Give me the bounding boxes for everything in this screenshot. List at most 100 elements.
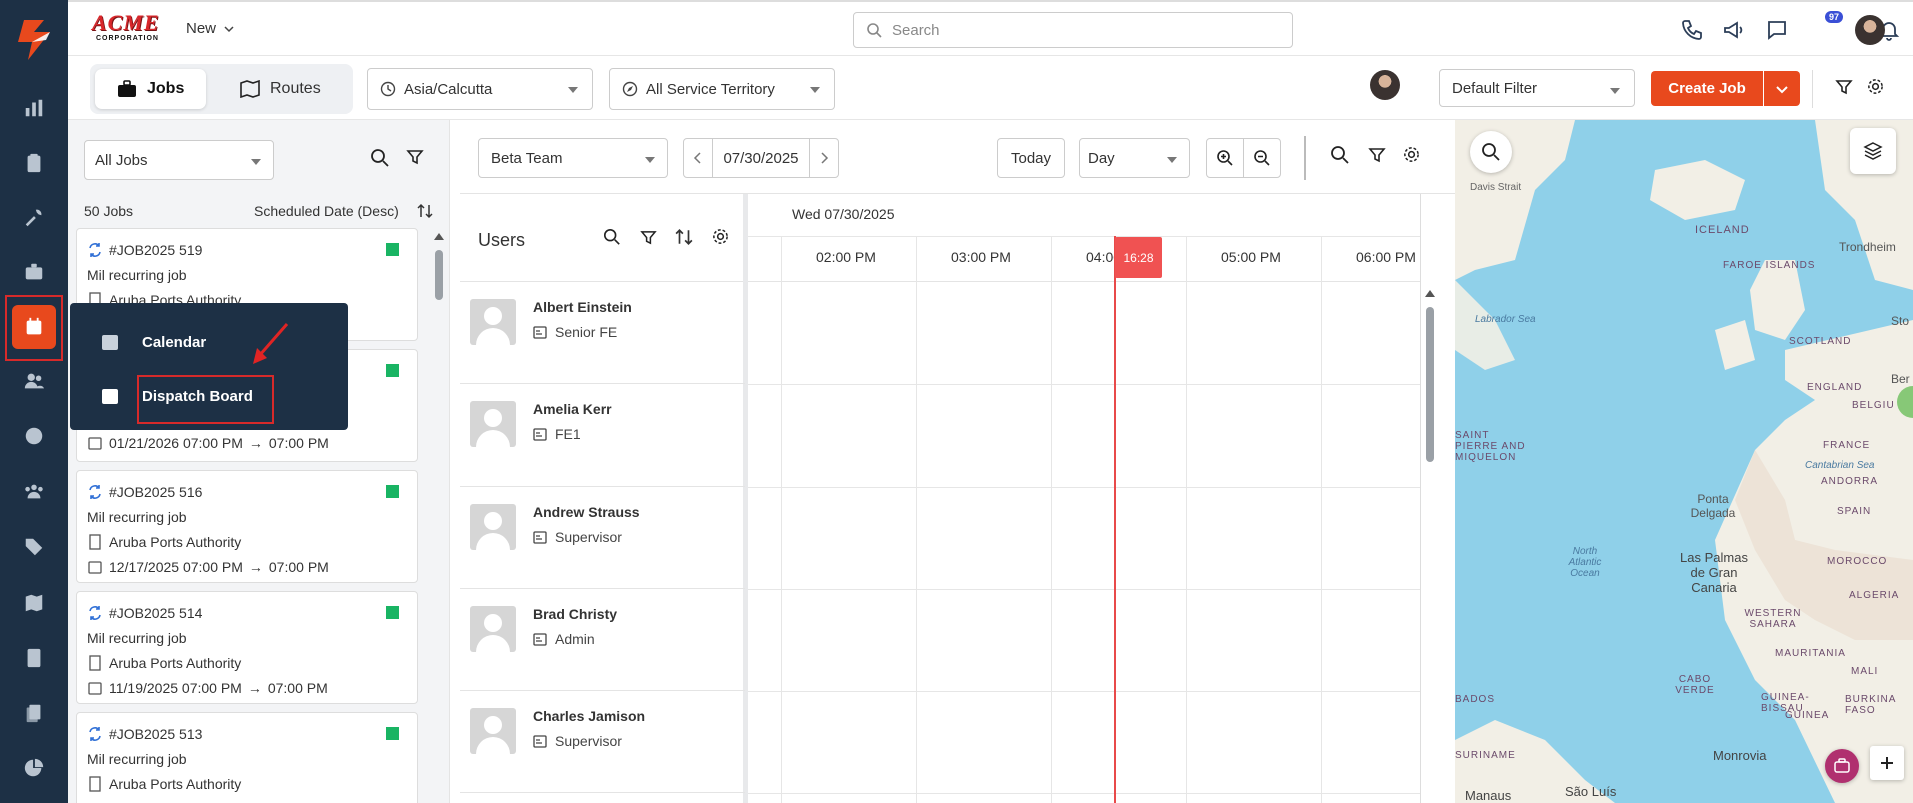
chevron-left-icon: [693, 152, 701, 164]
jobs-filter-select[interactable]: All Jobs: [84, 140, 274, 180]
new-button[interactable]: New: [186, 20, 234, 37]
phone-icon[interactable]: [1680, 18, 1706, 44]
map-jobs-button[interactable]: [1825, 749, 1859, 783]
filter-icon[interactable]: [640, 229, 657, 246]
megaphone-icon[interactable]: [1722, 18, 1748, 44]
zoom-in-map-button[interactable]: [1870, 746, 1904, 780]
building-icon: [89, 654, 101, 671]
search-icon[interactable]: [603, 228, 621, 246]
next-date-button[interactable]: [809, 138, 839, 178]
user-row[interactable]: Amelia Kerr FE1: [460, 384, 745, 487]
user-row[interactable]: Albert Einstein Senior FE: [460, 282, 745, 384]
sort-icon[interactable]: [675, 228, 693, 246]
analytics-icon[interactable]: [12, 88, 56, 128]
users-icon[interactable]: [12, 361, 56, 401]
filter-icon[interactable]: [1835, 78, 1853, 96]
filter-icon[interactable]: [1368, 146, 1386, 164]
territory-select[interactable]: All Service Territory: [609, 68, 835, 110]
dispatch-scrollbar[interactable]: [1424, 285, 1436, 803]
tools-icon[interactable]: [12, 198, 56, 238]
filter-icon[interactable]: [406, 148, 424, 166]
user-row[interactable]: Charles Jamison Supervisor: [460, 691, 745, 793]
job-title: Mil recurring job: [87, 629, 187, 646]
zoom-in-button[interactable]: [1206, 138, 1244, 178]
menu-item-calendar[interactable]: Calendar: [100, 332, 206, 352]
map-label: Ber: [1891, 372, 1910, 386]
tab-jobs[interactable]: Jobs: [95, 69, 207, 109]
job-card[interactable]: #JOB2025 516 Mil recurring job Aruba Por…: [76, 470, 418, 583]
user-name: Amelia Kerr: [533, 401, 612, 417]
gear-icon[interactable]: [1866, 77, 1885, 96]
avatar-placeholder: [470, 504, 516, 550]
briefcase-icon: [118, 80, 136, 97]
search-input[interactable]: Search: [853, 12, 1293, 48]
user-name: Albert Einstein: [533, 299, 632, 315]
job-id: #JOB2025 513: [109, 725, 203, 742]
map-icon[interactable]: [12, 583, 56, 623]
tab-routes[interactable]: Routes: [218, 69, 343, 109]
job-customer: Aruba Ports Authority: [109, 654, 242, 671]
user-avatar[interactable]: [1855, 15, 1885, 45]
user-row[interactable]: Andrew Strauss Supervisor: [460, 487, 745, 589]
grid-line: [916, 236, 917, 803]
scroll-thumb[interactable]: [1426, 307, 1434, 462]
map-label: MALI: [1851, 666, 1879, 677]
grid-line: [748, 793, 1420, 794]
search-icon[interactable]: [370, 148, 390, 168]
users-title: Users: [478, 230, 526, 250]
map-label: Manaus: [1465, 788, 1512, 803]
map-label: MOROCCO: [1827, 556, 1888, 567]
timezone-select[interactable]: Asia/Calcutta: [367, 68, 593, 110]
brand-name: ACME: [92, 10, 160, 35]
job-card[interactable]: #JOB2025 513 Mil recurring job Aruba Por…: [76, 712, 418, 803]
hour-label: 03:00 PM: [951, 249, 1011, 265]
user-row[interactable]: Brad Christy Admin: [460, 589, 745, 691]
sort-label[interactable]: Scheduled Date (Desc): [254, 203, 399, 219]
today-button[interactable]: Today: [997, 138, 1065, 178]
zoom-out-button[interactable]: [1243, 138, 1281, 178]
gear-icon[interactable]: [1402, 145, 1421, 164]
job-card[interactable]: #JOB2025 514 Mil recurring job Aruba Por…: [76, 591, 418, 704]
map-label: ICELAND: [1695, 224, 1750, 236]
dispatcher-avatar[interactable]: [1370, 70, 1400, 100]
map-label: WESTERN SAHARA: [1744, 608, 1802, 630]
scroll-up-icon[interactable]: [1424, 288, 1436, 298]
team-icon[interactable]: [12, 471, 56, 511]
map-label: Labrador Sea: [1475, 314, 1536, 325]
create-job-button[interactable]: Create Job: [1651, 71, 1763, 106]
calculator-icon[interactable]: [12, 638, 56, 678]
calendar-clock-icon: [88, 560, 102, 574]
team-select[interactable]: Beta Team: [478, 138, 668, 178]
search-icon[interactable]: [1330, 145, 1350, 165]
map-label: MAURITANIA: [1775, 648, 1846, 659]
sort-icon[interactable]: [417, 203, 433, 219]
chevron-right-icon: [821, 152, 829, 164]
map-panel[interactable]: Davis Strait ICELAND FAROE ISLANDS Trond…: [1455, 120, 1913, 803]
gear-icon[interactable]: [711, 227, 730, 246]
chat-icon[interactable]: [1765, 18, 1791, 44]
map-search-button[interactable]: [1470, 131, 1512, 173]
pie-chart-icon[interactable]: [12, 748, 56, 788]
date-input[interactable]: 07/30/2025: [712, 138, 810, 178]
clipboard-icon[interactable]: [12, 143, 56, 183]
recurring-icon: [89, 605, 101, 620]
scroll-up-icon[interactable]: [433, 231, 445, 241]
map-label: São Luís: [1565, 784, 1617, 799]
app-logo-icon[interactable]: [10, 18, 58, 62]
tag-icon[interactable]: [12, 527, 56, 567]
jobs-scrollbar[interactable]: [433, 228, 445, 803]
briefcase-icon[interactable]: [12, 252, 56, 292]
create-job-dropdown[interactable]: [1764, 71, 1800, 106]
prev-date-button[interactable]: [683, 138, 713, 178]
filter-select[interactable]: Default Filter: [1439, 69, 1635, 107]
documents-icon[interactable]: [12, 693, 56, 733]
view-select[interactable]: Day: [1079, 138, 1190, 178]
grid-line: [1420, 194, 1421, 803]
map-label: North Atlantic Ocean: [1568, 546, 1602, 579]
clock-icon[interactable]: [12, 416, 56, 456]
scroll-thumb[interactable]: [435, 250, 443, 300]
date-value: 07/30/2025: [723, 149, 799, 167]
brand-logo[interactable]: ACME CORPORATION: [92, 12, 164, 46]
map-layers-button[interactable]: [1850, 128, 1896, 174]
map-label: Davis Strait: [1470, 182, 1522, 193]
